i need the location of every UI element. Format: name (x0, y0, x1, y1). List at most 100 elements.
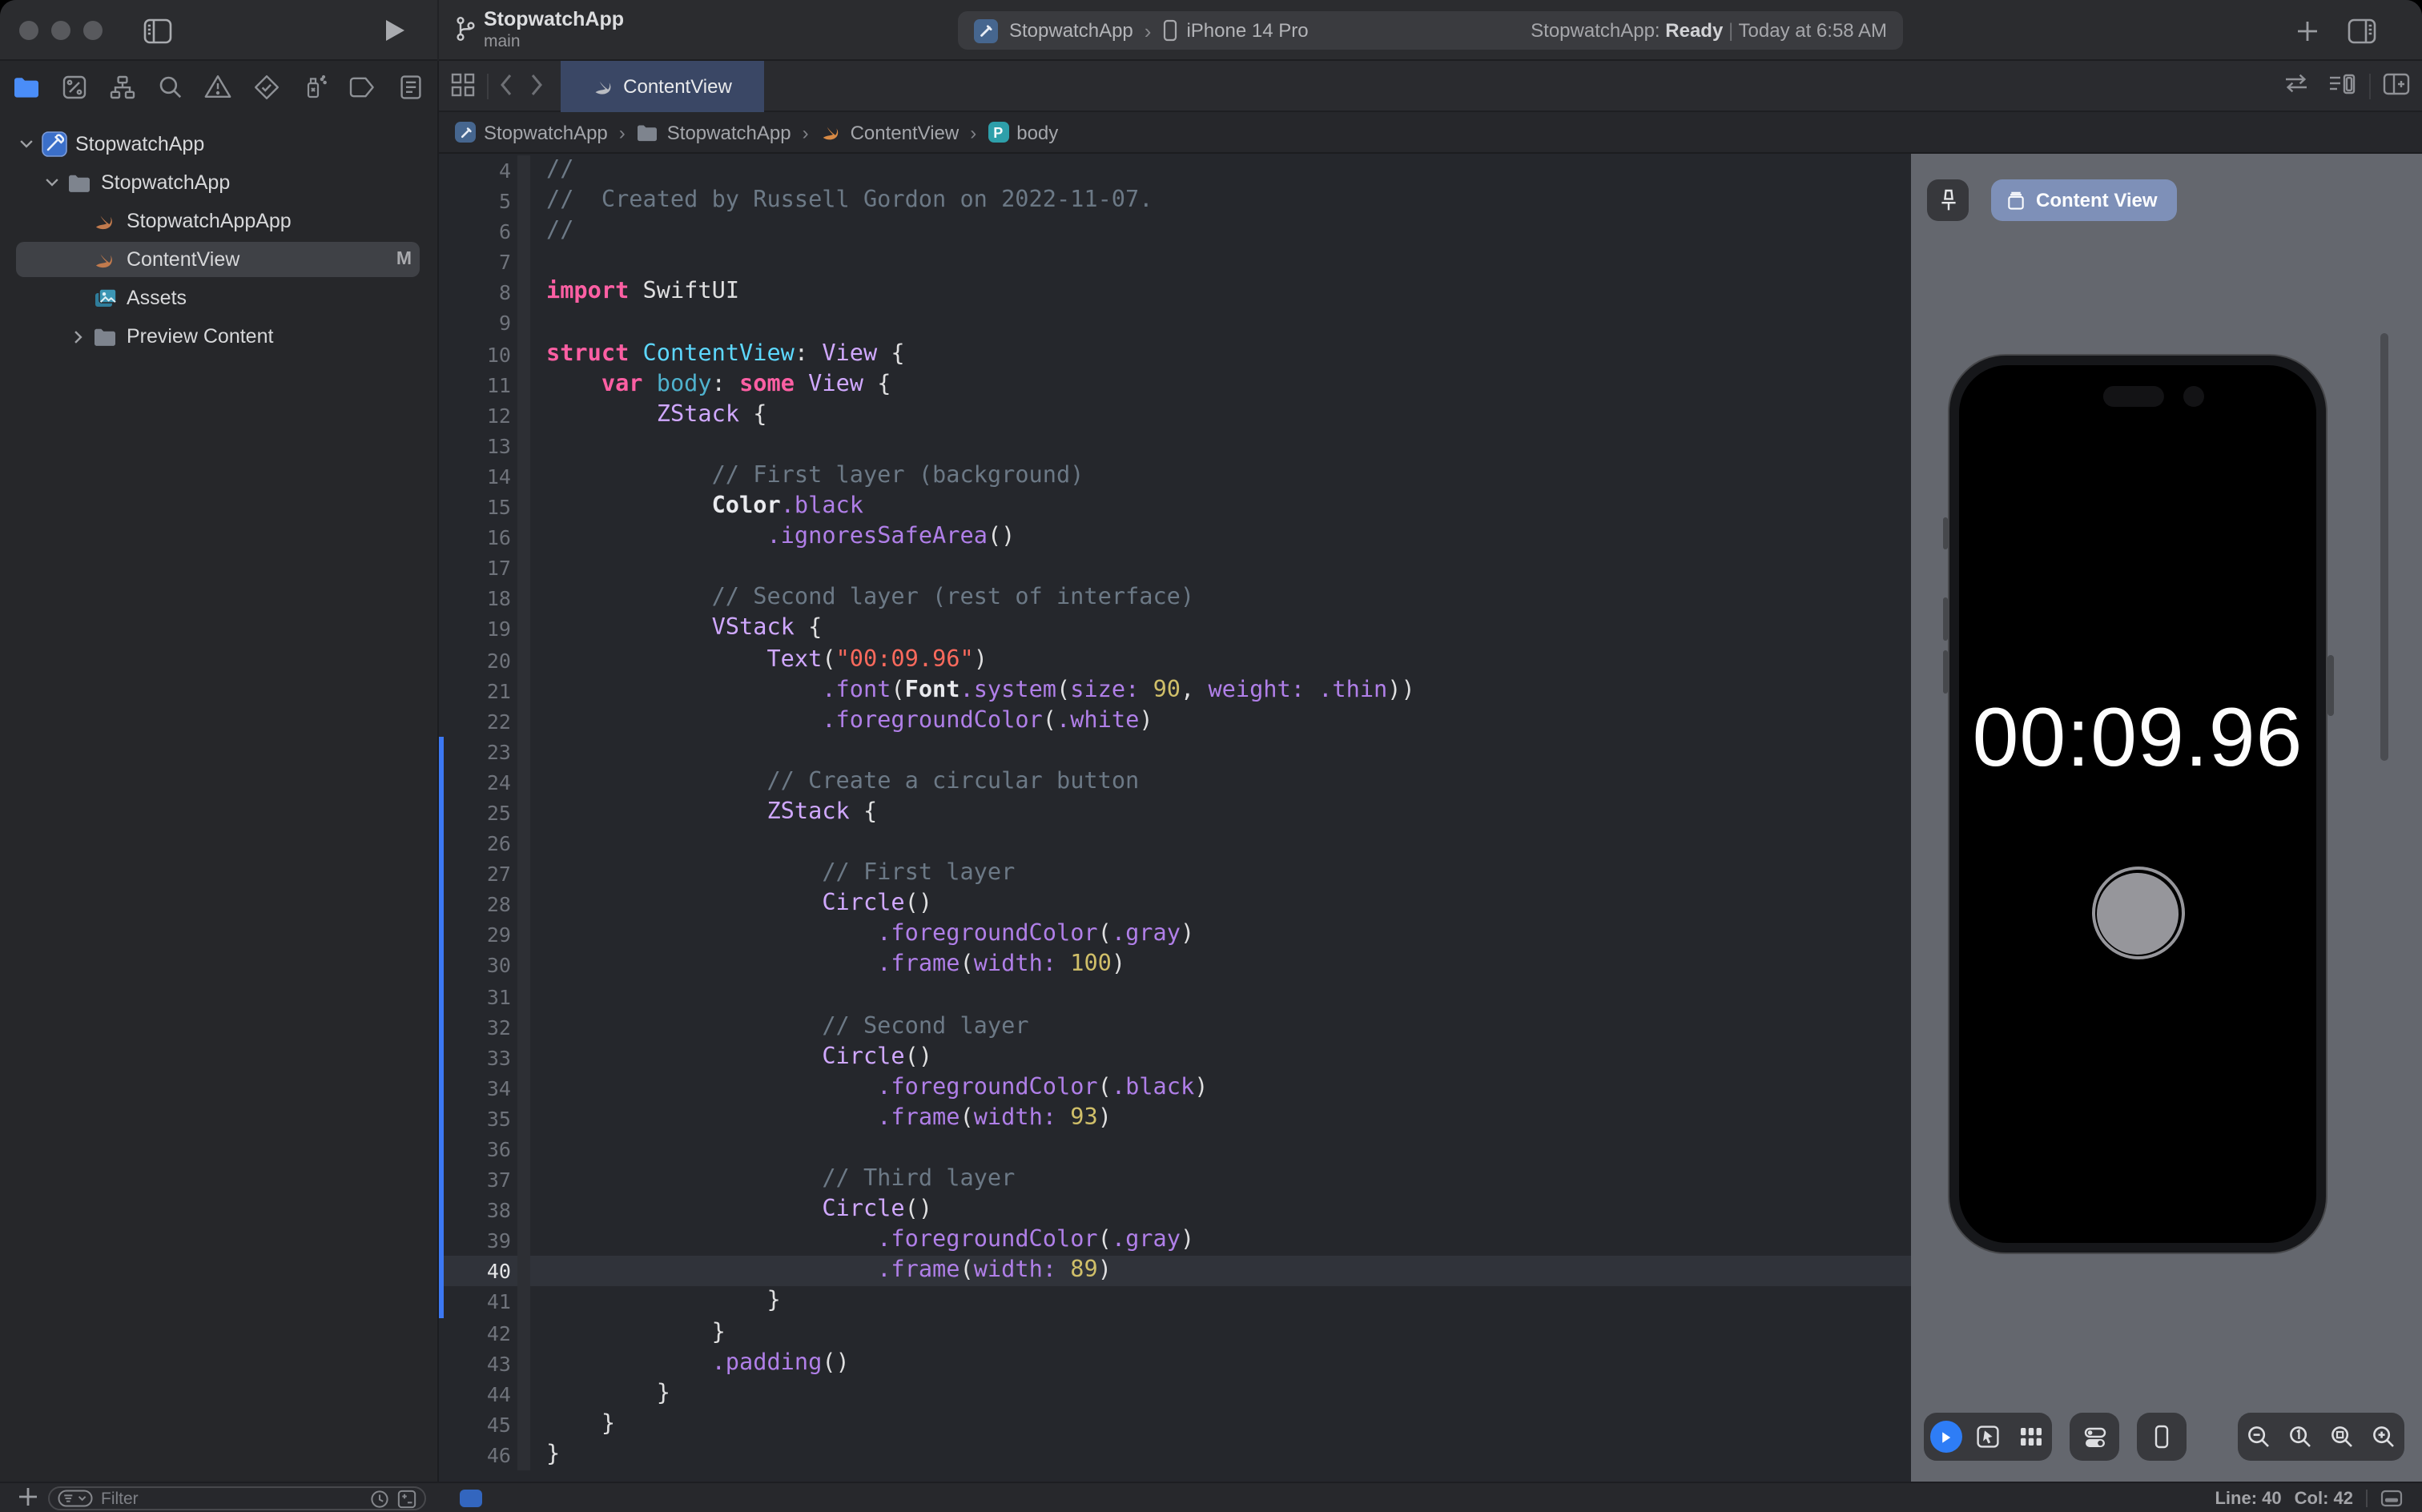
code-line-9[interactable]: 9 (437, 308, 1911, 340)
disclosure-closed-icon[interactable] (67, 326, 88, 347)
code-line-25[interactable]: 25 ZStack { (437, 797, 1911, 829)
preview-on-device-icon[interactable] (2141, 1416, 2183, 1458)
zoom-to-fit-icon[interactable] (2321, 1416, 2363, 1458)
issues-icon[interactable] (203, 72, 232, 101)
code-line-4[interactable]: 4 // (437, 155, 1911, 187)
code-line-22[interactable]: 22 .foregroundColor(.white) (437, 706, 1911, 737)
code-line-42[interactable]: 42 } (437, 1317, 1911, 1349)
code-line-41[interactable]: 41 } (437, 1286, 1911, 1318)
code-line-34[interactable]: 34 .foregroundColor(.black) (437, 1072, 1911, 1104)
pin-preview-icon[interactable] (1927, 179, 1969, 221)
stopwatch-circle-button[interactable] (2091, 867, 2184, 959)
selectable-preview-icon[interactable] (1967, 1416, 2009, 1458)
run-button[interactable] (373, 11, 415, 50)
zoom-window-button[interactable] (83, 21, 103, 40)
code-line-46[interactable]: 46} (437, 1439, 1911, 1471)
code-line-19[interactable]: 19 VStack { (437, 613, 1911, 645)
tests-icon[interactable] (251, 72, 280, 101)
iphone-screen[interactable]: 00:09.96 (1959, 365, 2316, 1243)
code-line-7[interactable]: 7 (437, 247, 1911, 278)
scheme-name[interactable]: StopwatchApp (1009, 19, 1133, 42)
source-control-icon[interactable] (59, 72, 88, 101)
reports-icon[interactable] (396, 72, 424, 101)
recent-files-clock-icon[interactable] (370, 1489, 389, 1508)
code-line-8[interactable]: 8 import SwiftUI (437, 277, 1911, 308)
code-line-15[interactable]: 15 Color.black (437, 492, 1911, 523)
tree-item-contentview[interactable]: ContentView M (0, 240, 437, 279)
add-editor-icon[interactable] (2382, 72, 2411, 96)
go-back-icon[interactable] (498, 72, 514, 98)
minimize-window-button[interactable] (51, 21, 70, 40)
go-forward-icon[interactable] (529, 72, 545, 98)
code-line-39[interactable]: 39 .foregroundColor(.gray) (437, 1225, 1911, 1257)
code-line-20[interactable]: 20 Text("00:09.96") (437, 645, 1911, 676)
tab-contentview[interactable]: ContentView (561, 61, 764, 112)
code-line-16[interactable]: 16 .ignoresSafeArea() (437, 522, 1911, 553)
source-control-filter-icon[interactable] (397, 1489, 416, 1508)
debug-icon[interactable] (300, 72, 328, 101)
code-line-21[interactable]: 21 .font(Font.system(size: 90, weight: .… (437, 675, 1911, 706)
code-line-18[interactable]: 18 // Second layer (rest of interface) (437, 583, 1911, 614)
code-line-13[interactable]: 13 (437, 430, 1911, 461)
canvas-scrollbar[interactable] (2380, 333, 2388, 761)
code-line-37[interactable]: 37 // Third layer (437, 1164, 1911, 1196)
code-line-23[interactable]: 23 (437, 736, 1911, 767)
code-line-14[interactable]: 14 // First layer (background) (437, 460, 1911, 493)
symbols-icon[interactable] (107, 72, 136, 101)
code-line-45[interactable]: 45 } (437, 1409, 1911, 1440)
code-line-5[interactable]: 5 // Created by Russell Gordon on 2022-11… (437, 186, 1911, 217)
run-destination[interactable]: iPhone 14 Pro (1186, 19, 1308, 42)
code-line-27[interactable]: 27 // First layer (437, 859, 1911, 890)
library-add-button[interactable] (2286, 11, 2327, 50)
code-line-29[interactable]: 29 .foregroundColor(.gray) (437, 919, 1911, 951)
disclosure-open-icon[interactable] (42, 172, 62, 193)
editor-mode-badge[interactable] (460, 1490, 482, 1507)
filter-input[interactable] (101, 1489, 362, 1508)
code-line-38[interactable]: 38 Circle() (437, 1195, 1911, 1226)
code-line-10[interactable]: 10 struct ContentView: View { (437, 339, 1911, 370)
preview-name-pill[interactable]: Content View (1991, 179, 2177, 221)
zoom-out-icon[interactable] (2238, 1416, 2279, 1458)
tree-item-preview-content[interactable]: Preview Content (0, 317, 437, 356)
live-preview-icon[interactable] (1925, 1416, 1966, 1458)
breadcrumb-file[interactable]: ContentView (820, 121, 959, 143)
breadcrumb-group[interactable]: StopwatchApp (637, 121, 791, 143)
code-editor[interactable]: 4 // 5 // Created by Russell Gordon on 2022… (437, 154, 1911, 1482)
tree-item-assets[interactable]: Assets (0, 279, 437, 317)
breadcrumb-symbol[interactable]: P body (988, 121, 1058, 143)
editor-legend-icon[interactable] (2380, 1490, 2403, 1507)
zoom-actual-size-icon[interactable] (2279, 1416, 2321, 1458)
device-settings-icon[interactable] (2074, 1416, 2115, 1458)
find-navigator-icon[interactable] (155, 72, 184, 101)
code-line-17[interactable]: 17 (437, 553, 1911, 584)
scheme-selector[interactable]: StopwatchApp › iPhone 14 Pro StopwatchAp… (958, 11, 1903, 50)
adjust-editor-options-icon[interactable] (2327, 72, 2356, 96)
iphone-preview-device[interactable]: 00:09.96 (1948, 354, 2327, 1254)
variants-icon[interactable] (2010, 1416, 2051, 1458)
close-window-button[interactable] (19, 21, 38, 40)
code-line-28[interactable]: 28 Circle() (437, 889, 1911, 920)
code-line-30[interactable]: 30 .frame(width: 100) (437, 950, 1911, 982)
tree-item-stopwatchappapp[interactable]: StopwatchAppApp (0, 202, 437, 240)
code-line-36[interactable]: 36 (437, 1134, 1911, 1165)
code-line-11[interactable]: 11 var body: some View { (437, 369, 1911, 400)
zoom-in-icon[interactable] (2363, 1416, 2404, 1458)
related-items-icon[interactable] (450, 72, 476, 98)
code-line-26[interactable]: 26 (437, 828, 1911, 859)
disclosure-open-icon[interactable] (16, 134, 37, 155)
project-navigator-icon[interactable] (11, 72, 40, 101)
code-line-33[interactable]: 33 Circle() (437, 1042, 1911, 1073)
add-file-button[interactable] (18, 1486, 38, 1507)
code-line-35[interactable]: 35 .frame(width: 93) (437, 1103, 1911, 1135)
code-line-32[interactable]: 32 // Second layer (437, 1011, 1911, 1043)
code-line-31[interactable]: 31 (437, 981, 1911, 1012)
code-review-icon[interactable] (2283, 72, 2310, 94)
code-line-6[interactable]: 6 // (437, 216, 1911, 247)
code-line-44[interactable]: 44 } (437, 1378, 1911, 1409)
code-line-43[interactable]: 43 .padding() (437, 1348, 1911, 1379)
code-line-12[interactable]: 12 ZStack { (437, 400, 1911, 431)
code-line-40[interactable]: 40 .frame(width: 89) (437, 1256, 1911, 1288)
code-line-24[interactable]: 24 // Create a circular button (437, 766, 1911, 798)
filter-field[interactable] (48, 1486, 426, 1510)
breakpoints-icon[interactable] (348, 72, 376, 101)
